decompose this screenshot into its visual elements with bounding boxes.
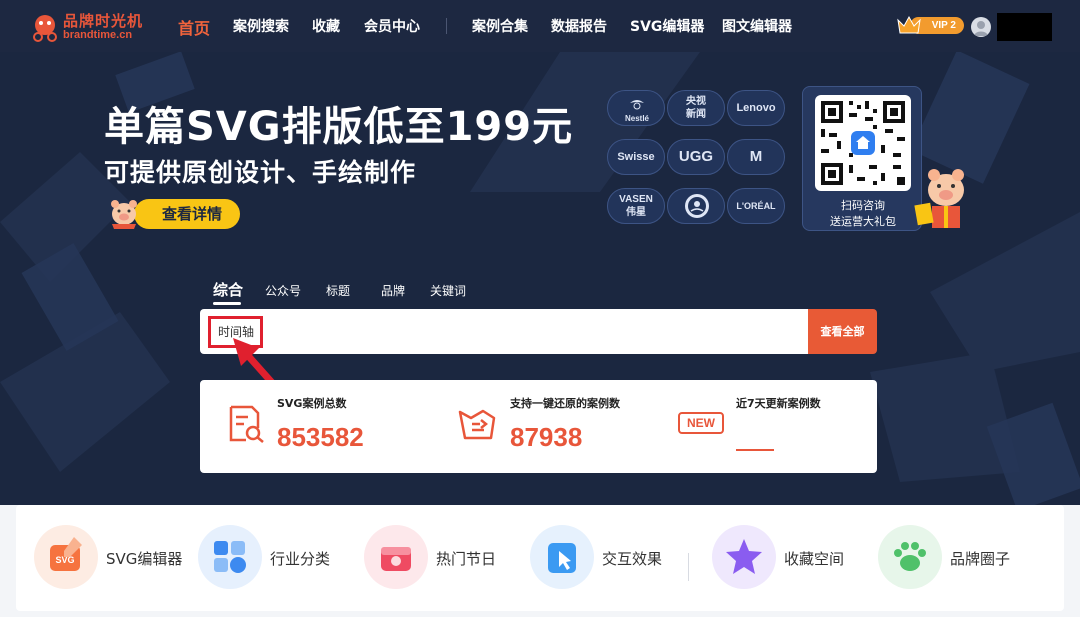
new-badge-icon: NEW	[678, 412, 724, 434]
brand-logo-m: M	[727, 139, 785, 175]
brand-logo-lenovo: Lenovo	[727, 90, 785, 126]
stat-recent-value-placeholder	[736, 449, 774, 451]
brand-logo-nestle: Nestlé	[607, 90, 665, 126]
category-collection-label: 收藏空间	[784, 550, 845, 568]
tab-active-underline	[213, 302, 241, 305]
user-avatar-icon	[974, 21, 988, 36]
qr-caption-line2: 送运营大礼包	[830, 215, 896, 228]
hero-headline: 单篇SVG排版低至199元	[104, 104, 574, 150]
industry-icon	[198, 525, 262, 589]
nav-case-search[interactable]: 案例搜索	[233, 16, 289, 36]
stats-panel: SVG案例总数 853582 支持一键还原的案例数 87938 NEW 近7天更…	[200, 380, 877, 473]
stat-recent-label: 近7天更新案例数	[736, 397, 821, 410]
tab-all[interactable]: 综合	[213, 279, 243, 300]
nav-data-reports[interactable]: 数据报告	[551, 16, 607, 36]
brand-logo-loreal: L'ORÉAL	[727, 188, 785, 224]
brand-logo-vasen: VASEN 伟星	[607, 188, 665, 224]
brand-vasen-line2: 伟星	[626, 207, 646, 218]
brand-cctv-line2: 新闻	[686, 109, 706, 120]
brand-logo-cctv-news: 央视 新闻	[667, 90, 725, 126]
restore-icon	[458, 409, 496, 440]
starbucks-logo-icon	[685, 194, 709, 218]
logo-text-cn: 品牌时光机	[63, 12, 144, 30]
qr-code-icon	[821, 101, 905, 185]
vip-badge[interactable]: VIP 2	[896, 14, 964, 36]
nav-article-editor[interactable]: 图文编辑器	[722, 16, 792, 36]
category-industry-label: 行业分类	[270, 550, 331, 568]
view-all-button[interactable]: 查看全部	[808, 309, 877, 354]
nav-favorites[interactable]: 收藏	[312, 16, 340, 36]
user-avatar[interactable]	[971, 17, 991, 37]
qr-caption-line1: 扫码咨询	[841, 199, 885, 212]
category-svg-editor-label: SVG编辑器	[106, 550, 183, 568]
tab-title[interactable]: 标题	[326, 282, 350, 299]
view-details-button[interactable]: 查看详情	[134, 199, 240, 229]
qr-consult-card[interactable]: 扫码咨询 送运营大礼包	[802, 86, 922, 231]
top-navbar: 品牌时光机 brandtime.cn 首页 案例搜索 收藏 会员中心 案例合集 …	[0, 0, 1080, 52]
logo-mark-icon	[33, 15, 57, 42]
festival-icon	[364, 525, 428, 589]
tab-keyword[interactable]: 关键词	[430, 282, 466, 299]
category-bar: SVG SVG编辑器 行业分类 热门节日 交互效果 收藏空间 品牌圈子	[16, 505, 1064, 611]
qr-code	[815, 95, 911, 191]
logo-text-en: brandtime.cn	[63, 29, 133, 41]
user-name-redacted[interactable]	[997, 13, 1052, 41]
stat-restorable-label: 支持一键还原的案例数	[510, 397, 620, 410]
nav-home[interactable]: 首页	[178, 15, 210, 39]
paw-icon	[878, 525, 942, 589]
stat-total-value: 853582	[277, 422, 364, 452]
brand-logo-starbucks	[667, 188, 725, 224]
brand-logo-swisse: Swisse	[607, 139, 665, 175]
hero-subline: 可提供原创设计、手绘制作	[104, 158, 417, 187]
nav-member-center[interactable]: 会员中心	[364, 16, 420, 36]
nav-case-collections[interactable]: 案例合集	[472, 16, 528, 36]
search-document-icon	[229, 405, 264, 443]
category-interaction-label: 交互效果	[602, 550, 663, 568]
brand-nestle-text: Nestlé	[624, 114, 649, 123]
category-brand-circle-label: 品牌圈子	[950, 550, 1011, 568]
brand-vasen-line1: VASEN	[619, 194, 653, 205]
brand-logo[interactable]: 品牌时光机 brandtime.cn	[30, 8, 160, 44]
tab-official-account[interactable]: 公众号	[265, 282, 301, 299]
stat-restorable-value: 87938	[510, 422, 583, 452]
category-festivals-label: 热门节日	[436, 550, 497, 568]
stat-total-label: SVG案例总数	[277, 397, 347, 410]
hero-banner: 单篇SVG排版低至199元 可提供原创设计、手绘制作 查看详情 Nestlé 央…	[0, 52, 1080, 505]
category-divider	[688, 553, 689, 581]
pig-mascot-icon	[111, 200, 137, 229]
brand-cctv-line1: 央视	[686, 96, 706, 107]
brand-logo-ugg: UGG	[667, 139, 725, 175]
interaction-icon	[530, 525, 594, 589]
vip-crown-icon	[897, 15, 921, 34]
tab-brand[interactable]: 品牌	[381, 282, 405, 299]
nav-divider	[446, 18, 447, 34]
nav-svg-editor[interactable]: SVG编辑器	[630, 16, 704, 36]
star-collection-icon	[712, 525, 776, 589]
pig-mascot-gift-icon	[914, 169, 964, 228]
svg-editor-icon: SVG	[34, 525, 98, 589]
